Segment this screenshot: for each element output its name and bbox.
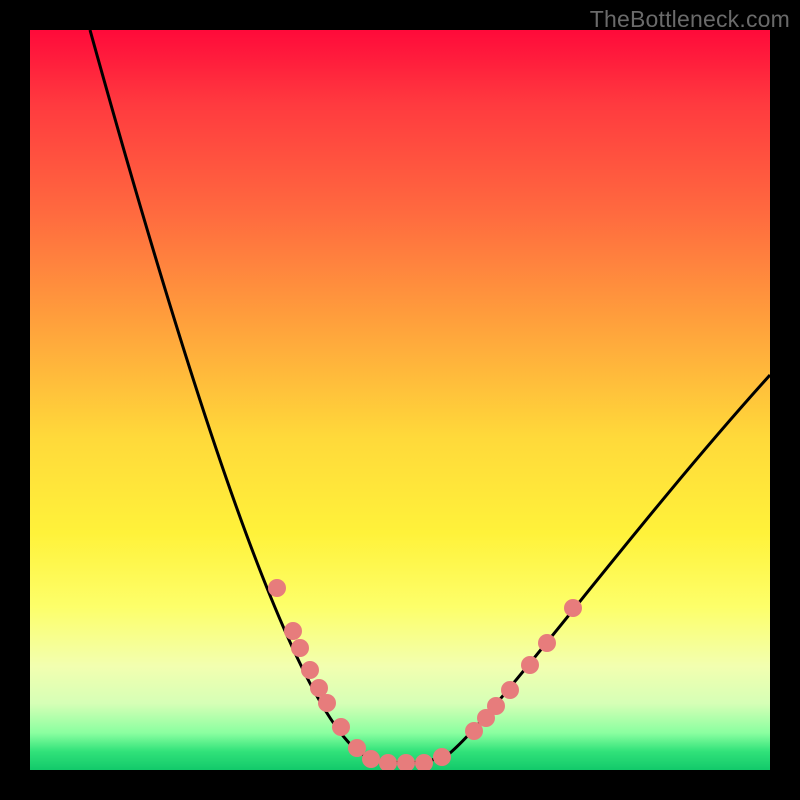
curve-marker — [397, 754, 415, 770]
curve-marker — [521, 656, 539, 674]
curve-marker — [362, 750, 380, 768]
curve-marker — [433, 748, 451, 766]
bottleneck-curve — [90, 30, 770, 763]
curve-marker — [415, 754, 433, 770]
curve-marker — [301, 661, 319, 679]
watermark-text: TheBottleneck.com — [590, 6, 790, 33]
marker-group — [268, 579, 582, 770]
curve-marker — [564, 599, 582, 617]
curve-marker — [538, 634, 556, 652]
curve-marker — [487, 697, 505, 715]
curve-marker — [291, 639, 309, 657]
curve-marker — [268, 579, 286, 597]
bottleneck-curve-svg — [30, 30, 770, 770]
curve-marker — [318, 694, 336, 712]
curve-marker — [348, 739, 366, 757]
curve-marker — [284, 622, 302, 640]
curve-marker — [332, 718, 350, 736]
curve-marker — [501, 681, 519, 699]
chart-plot-area — [30, 30, 770, 770]
curve-marker — [379, 754, 397, 770]
